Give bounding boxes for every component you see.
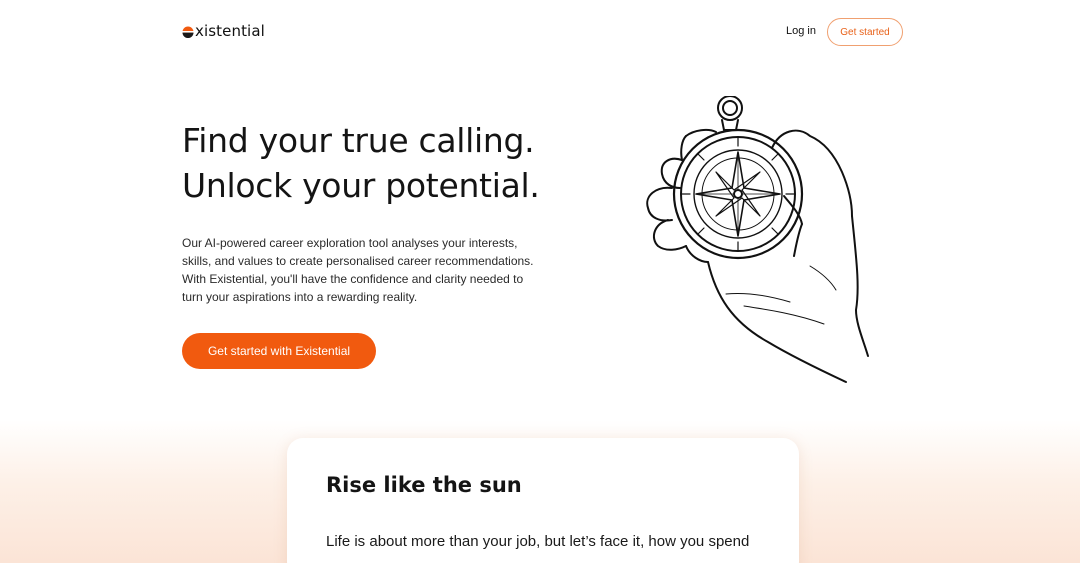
top-navigation: xistential Log in Get started bbox=[0, 0, 1080, 64]
feature-card: Rise like the sun Life is about more tha… bbox=[287, 438, 799, 563]
brand-name: xistential bbox=[195, 22, 265, 40]
login-link[interactable]: Log in bbox=[786, 25, 816, 37]
sun-logo-icon bbox=[182, 26, 194, 38]
get-started-with-existential-button[interactable]: Get started with Existential bbox=[182, 333, 376, 369]
brand-logo[interactable]: xistential bbox=[182, 22, 265, 40]
hero-description: Our AI-powered career exploration tool a… bbox=[182, 236, 534, 304]
get-started-button[interactable]: Get started bbox=[827, 18, 903, 46]
card-title: Rise like the sun bbox=[326, 473, 522, 497]
card-text: Life is about more than your job, but le… bbox=[326, 533, 750, 550]
hero-heading-line-2: Unlock your potential. bbox=[182, 166, 540, 205]
hero-heading: Find your true calling. Unlock your pote… bbox=[182, 118, 602, 208]
hero-heading-line-1: Find your true calling. bbox=[182, 121, 535, 160]
hand-holding-compass-illustration bbox=[646, 96, 869, 383]
